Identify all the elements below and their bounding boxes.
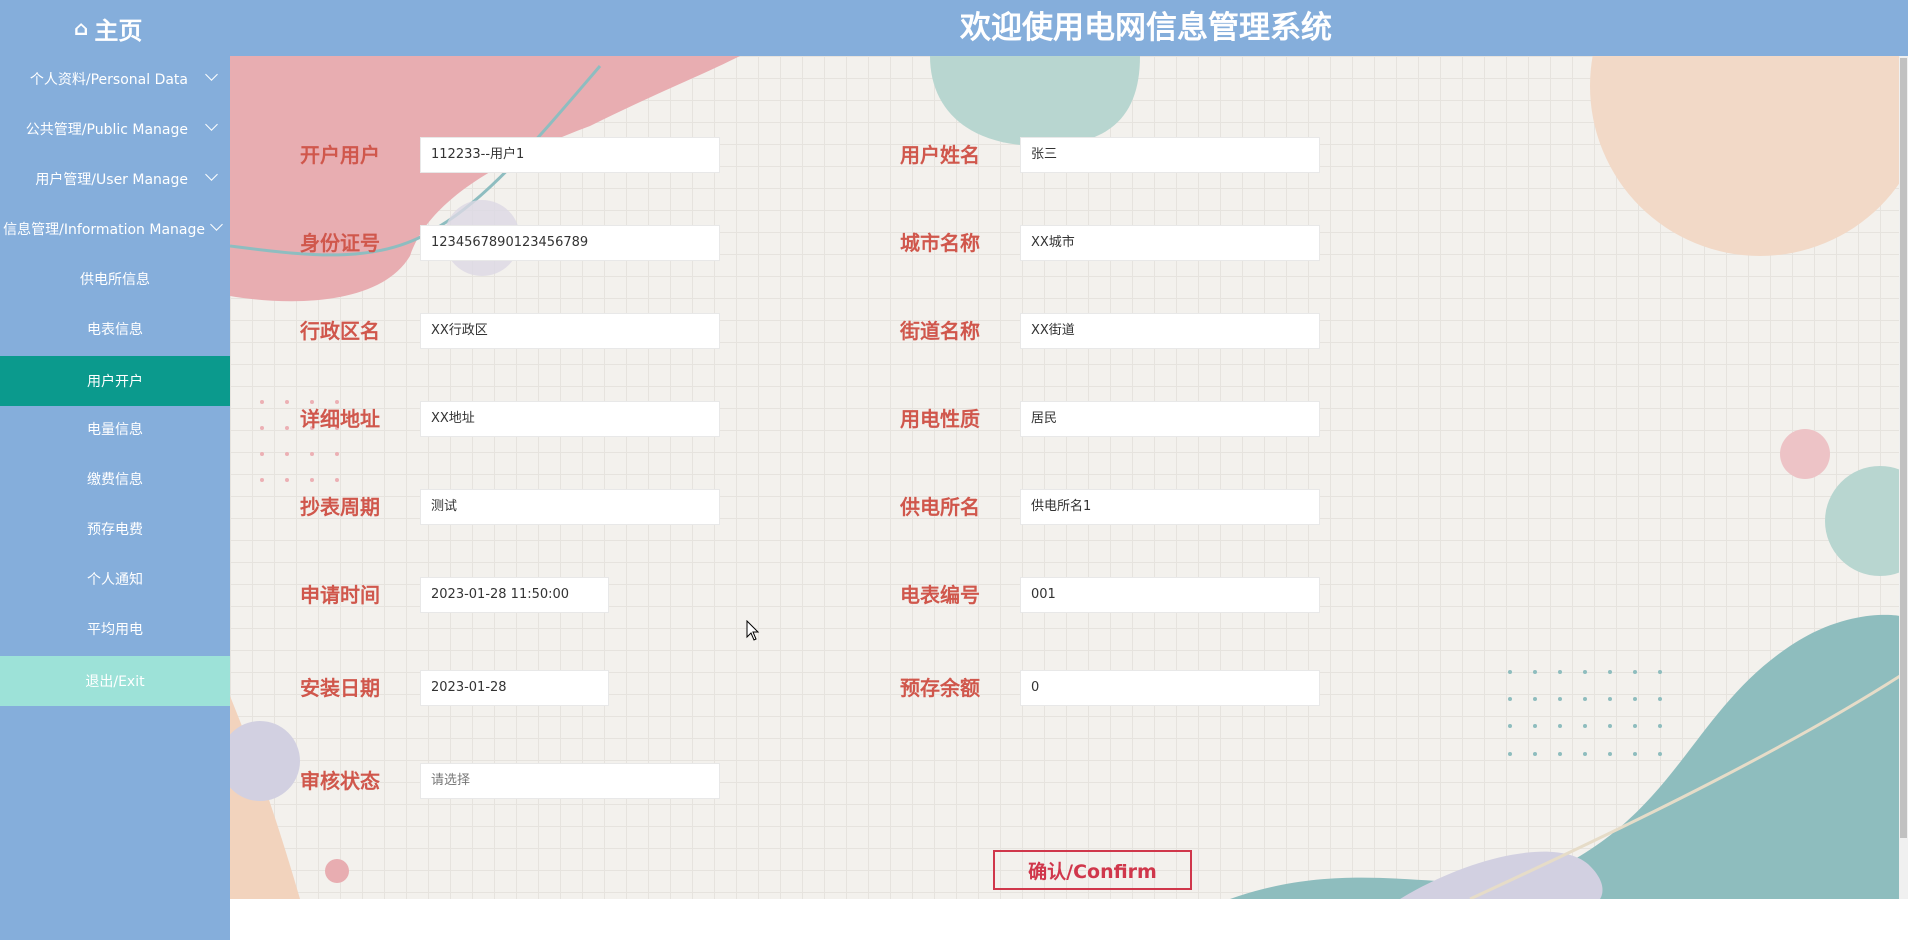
sidebar-item-exit[interactable]: 退出/Exit xyxy=(0,656,230,706)
meter-number-label: 电表编号 xyxy=(900,583,980,607)
address-label: 详细地址 xyxy=(300,407,380,431)
sidebar-item-personal-notice[interactable]: 个人通知 xyxy=(0,556,230,602)
mouse-cursor-icon xyxy=(746,620,760,641)
sidebar-group-public-manage[interactable]: 公共管理/Public Manage xyxy=(0,106,230,152)
sidebar-item-label: 供电所信息 xyxy=(80,272,150,288)
sidebar-item-meter-info[interactable]: 电表信息 xyxy=(0,306,230,352)
sidebar-group-personal-data[interactable]: 个人资料/Personal Data xyxy=(0,56,230,102)
meter-cycle-label: 抄表周期 xyxy=(300,495,380,519)
sidebar-item-label: 预存电费 xyxy=(87,522,143,538)
sidebar-item-user-account-opening[interactable]: 用户开户 xyxy=(0,356,230,406)
sidebar-item-label: 退出/Exit xyxy=(85,674,145,690)
sidebar-item-label: 电表信息 xyxy=(87,322,143,338)
meter-number-field[interactable]: 001 xyxy=(1020,577,1320,613)
id-number-field[interactable]: 1234567890123456789 xyxy=(420,225,720,261)
vertical-scrollbar[interactable] xyxy=(1899,56,1908,899)
power-usage-type-label: 用电性质 xyxy=(900,407,980,431)
district-name-field[interactable]: XX行政区 xyxy=(420,313,720,349)
review-status-select[interactable]: 请选择 xyxy=(420,763,720,799)
home-icon: ⌂ xyxy=(74,16,89,40)
sidebar-item-label: 用户管理/User Manage xyxy=(35,172,188,188)
sidebar-item-label: 用户开户 xyxy=(87,374,143,390)
city-name-label: 城市名称 xyxy=(900,231,980,255)
install-date-label: 安装日期 xyxy=(300,676,380,700)
prepaid-balance-field[interactable]: 0 xyxy=(1020,670,1320,706)
street-name-label: 街道名称 xyxy=(900,319,980,343)
power-station-label: 供电所名 xyxy=(900,495,980,519)
sidebar-item-payment-info[interactable]: 缴费信息 xyxy=(0,456,230,502)
sidebar-group-user-manage[interactable]: 用户管理/User Manage xyxy=(0,156,230,202)
apply-time-label: 申请时间 xyxy=(300,583,380,607)
meter-cycle-field[interactable]: 测试 xyxy=(420,489,720,525)
city-name-field[interactable]: XX城市 xyxy=(1020,225,1320,261)
review-status-label: 审核状态 xyxy=(300,769,380,793)
power-station-field[interactable]: 供电所名1 xyxy=(1020,489,1320,525)
user-name-field[interactable]: 张三 xyxy=(1020,137,1320,173)
sidebar-item-label: 平均用电 xyxy=(87,622,143,638)
sidebar-item-power-station-info[interactable]: 供电所信息 xyxy=(0,256,230,302)
address-field[interactable]: XX地址 xyxy=(420,401,720,437)
apply-time-field[interactable]: 2023-01-28 11:50:00 xyxy=(420,577,609,613)
chevron-down-icon xyxy=(210,218,223,231)
scrollbar-thumb[interactable] xyxy=(1900,58,1907,838)
page-title: 欢迎使用电网信息管理系统 xyxy=(960,10,1332,46)
sidebar-item-label: 电量信息 xyxy=(87,422,143,438)
sidebar-item-label: 个人资料/Personal Data xyxy=(29,72,188,88)
prepaid-balance-label: 预存余额 xyxy=(900,676,980,700)
power-usage-type-field[interactable]: 居民 xyxy=(1020,401,1320,437)
confirm-button[interactable]: 确认/Confirm xyxy=(993,850,1192,890)
sidebar-item-average-usage[interactable]: 平均用电 xyxy=(0,606,230,652)
street-name-field[interactable]: XX街道 xyxy=(1020,313,1320,349)
sidebar-group-information-manage[interactable]: 信息管理/Information Manage xyxy=(0,206,230,252)
open-user-field[interactable]: 112233--用户1 xyxy=(420,137,720,173)
home-link[interactable]: ⌂ 主页 xyxy=(74,10,142,46)
id-number-label: 身份证号 xyxy=(300,231,380,255)
district-name-label: 行政区名 xyxy=(300,319,380,343)
sidebar-item-power-usage-info[interactable]: 电量信息 xyxy=(0,406,230,452)
chevron-down-icon xyxy=(205,168,218,181)
install-date-field[interactable]: 2023-01-28 xyxy=(420,670,609,706)
sidebar: 个人资料/Personal Data 公共管理/Public Manage 用户… xyxy=(0,56,230,940)
top-header: ⌂ 主页 欢迎使用电网信息管理系统 xyxy=(0,0,1908,56)
chevron-down-icon xyxy=(205,68,218,81)
sidebar-item-label: 缴费信息 xyxy=(87,472,143,488)
sidebar-item-prepaid-fee[interactable]: 预存电费 xyxy=(0,506,230,552)
sidebar-item-label: 公共管理/Public Manage xyxy=(25,122,188,138)
chevron-down-icon xyxy=(205,118,218,131)
sidebar-item-label: 信息管理/Information Manage xyxy=(3,222,205,238)
open-user-label: 开户用户 xyxy=(300,143,380,167)
sidebar-item-label: 个人通知 xyxy=(87,572,143,588)
home-label: 主页 xyxy=(94,16,143,45)
user-name-label: 用户姓名 xyxy=(900,143,980,167)
